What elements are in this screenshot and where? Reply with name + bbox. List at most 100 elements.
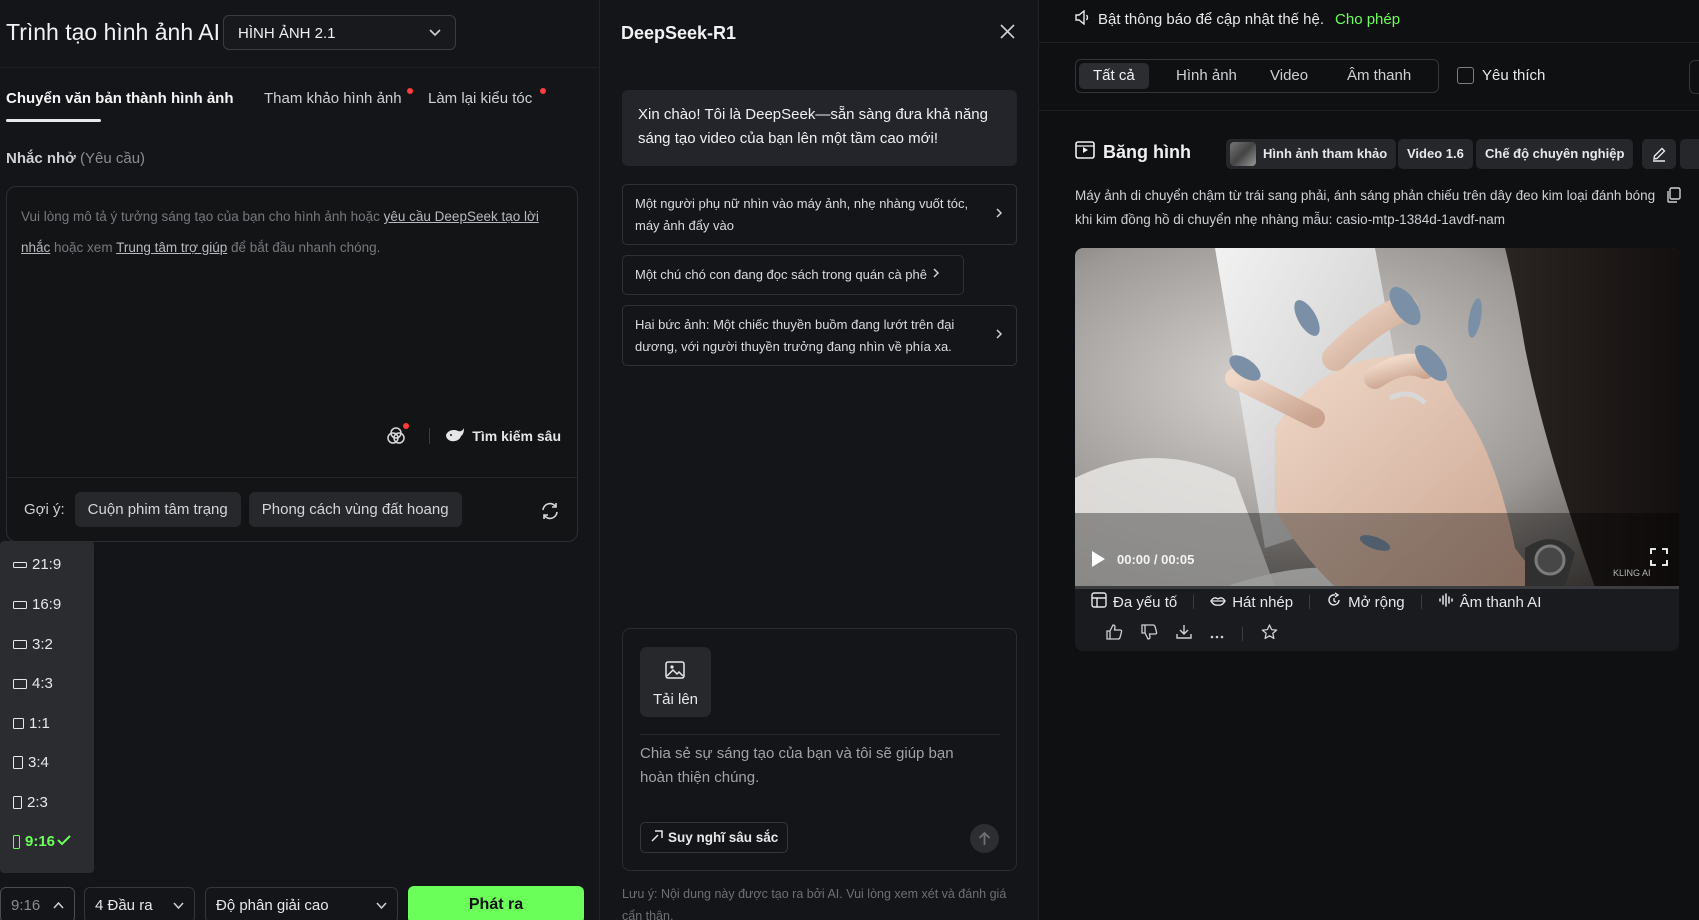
extend-button[interactable]: Mở rộng	[1326, 592, 1421, 612]
chevron-up-icon	[52, 899, 65, 915]
prompt-tools: Tìm kiếm sâu	[385, 423, 561, 447]
chat-composer: Tải lên Chia sẻ sự sáng tạo của bạn và t…	[622, 628, 1017, 871]
video-result-card: 00:00 / 00:05 KLING AI Đa yếu tố Hát nhé…	[1075, 248, 1679, 651]
prompt-input[interactable]: Vui lòng mô tả ý tưởng sáng tạo của bạn …	[6, 186, 578, 542]
overflow-control[interactable]	[1689, 60, 1699, 94]
ai-audio-button[interactable]: Âm thanh AI	[1438, 592, 1558, 612]
app-title: Trình tạo hình ảnh AI	[6, 19, 220, 45]
copy-icon[interactable]	[1666, 187, 1681, 206]
chat-title: DeepSeek-R1	[621, 23, 737, 43]
video-player[interactable]: 00:00 / 00:05 KLING AI	[1075, 248, 1679, 587]
download-icon[interactable]	[1176, 624, 1192, 643]
fullscreen-icon[interactable]	[1650, 548, 1668, 569]
ratio-label: 1:1	[29, 715, 50, 732]
reference-thumbnail	[1230, 141, 1256, 166]
play-icon[interactable]	[1090, 550, 1106, 571]
action-label: Mở rộng	[1348, 593, 1405, 611]
more-options-button[interactable]	[1680, 139, 1699, 169]
chat-input[interactable]: Chia sẻ sự sáng tạo của bạn và tôi sẽ gi…	[640, 742, 985, 790]
action-label: Hát nhép	[1232, 593, 1294, 611]
multi-element-button[interactable]: Đa yếu tố	[1091, 592, 1193, 612]
suggest-label: Gợi ý:	[24, 501, 65, 518]
ratio-option-1-1[interactable]: 1:1	[13, 715, 50, 732]
ratio-shape-icon	[13, 561, 27, 568]
more-icon[interactable]	[1210, 626, 1224, 642]
suggestion-chip[interactable]: Cuộn phim tâm trạng	[74, 492, 241, 527]
aspect-ratio-value: 9:16	[11, 897, 41, 914]
refresh-icon[interactable]	[539, 500, 561, 525]
atom-icon	[650, 829, 664, 846]
chevron-down-icon	[172, 899, 185, 915]
ratio-option-16-9[interactable]: 16:9	[13, 596, 61, 613]
suggestion-chip[interactable]: Phong cách vùng đất hoang	[248, 492, 462, 527]
ratio-label: 21:9	[32, 556, 62, 573]
placeholder-text: Vui lòng mô tả ý tưởng sáng tạo của bạn …	[21, 209, 384, 224]
prompt-divider	[7, 477, 577, 478]
ai-disclaimer: Lưu ý: Nội dung này được tạo ra bởi AI. …	[622, 887, 1007, 920]
tab-text-to-image[interactable]: Chuyển văn bản thành hình ảnh	[6, 90, 234, 107]
generate-button[interactable]: Phát ra	[408, 886, 584, 920]
chevron-down-icon	[375, 899, 388, 915]
ratio-option-9-16[interactable]: 9:16	[13, 833, 71, 850]
whale-icon	[444, 427, 466, 446]
composer-divider	[640, 734, 1000, 735]
output-count-select[interactable]: 4 Đầu ra	[84, 887, 195, 920]
help-center-link[interactable]: Trung tâm trợ giúp	[116, 240, 227, 255]
thumbs-up-icon[interactable]	[1106, 624, 1123, 643]
filter-video[interactable]: Video	[1256, 63, 1322, 89]
suggestion-text: Một người phụ nữ nhìn vào máy ảnh, nhẹ n…	[635, 195, 969, 233]
tab-image-reference[interactable]: Tham khảo hình ảnh	[264, 90, 402, 107]
aspect-ratio-select[interactable]: 9:16	[0, 887, 75, 920]
deep-search-button[interactable]: Tìm kiếm sâu	[444, 427, 561, 446]
thumbs-down-icon[interactable]	[1141, 624, 1158, 643]
ratio-label: 2:3	[27, 794, 48, 811]
image-generator-panel: Trình tạo hình ảnh AI HÌNH ẢNH 2.1 Chuyể…	[0, 0, 600, 920]
prompt-description: Máy ảnh di chuyển chậm từ trái sang phải…	[1075, 188, 1656, 227]
prompt-suggestion[interactable]: Hai bức ảnh: Một chiếc thuyền buồm đang …	[622, 305, 1017, 366]
ratio-shape-icon	[13, 600, 27, 609]
edit-button[interactable]	[1642, 139, 1676, 169]
ratio-label: 16:9	[32, 596, 62, 613]
close-icon[interactable]	[1000, 24, 1015, 42]
lip-sync-button[interactable]: Hát nhép	[1210, 594, 1309, 611]
ratio-option-3-2[interactable]: 3:2	[13, 636, 53, 653]
prompt-placeholder: Vui lòng mô tả ý tưởng sáng tạo của bạn …	[21, 201, 561, 263]
favorites-checkbox[interactable]	[1457, 67, 1474, 84]
prompt-suggestion[interactable]: Một người phụ nữ nhìn vào máy ảnh, nhẹ n…	[622, 184, 1017, 245]
chevron-right-icon	[994, 325, 1004, 347]
ratio-option-4-3[interactable]: 4:3	[13, 675, 53, 692]
video-icon	[1075, 141, 1095, 164]
media-filter-tabs: Tất cả Hình ảnh Video Âm thanh	[1075, 59, 1439, 93]
model-select[interactable]: HÌNH ẢNH 2.1	[223, 15, 456, 50]
gallery-panel: Bật thông báo để cập nhật thế hệ. Cho ph…	[1039, 0, 1699, 920]
ratio-option-3-4[interactable]: 3:4	[13, 754, 49, 771]
character-icon[interactable]	[385, 423, 410, 447]
output-count-value: 4 Đầu ra	[95, 897, 153, 914]
video-time: 00:00 / 00:05	[1117, 552, 1195, 567]
video-progress-bar[interactable]	[1075, 586, 1679, 589]
allow-notifications-link[interactable]: Cho phép	[1335, 11, 1400, 28]
filter-images[interactable]: Hình ảnh	[1162, 63, 1251, 89]
resolution-select[interactable]: Độ phân giải cao	[205, 887, 398, 920]
favorites-toggle[interactable]: Yêu thích	[1457, 67, 1545, 84]
prompt-suggestion[interactable]: Một chú chó con đang đọc sách trong quán…	[622, 255, 964, 295]
filter-all[interactable]: Tất cả	[1079, 63, 1149, 89]
extend-icon	[1326, 592, 1342, 612]
placeholder-text: hoặc xem	[50, 240, 117, 255]
ratio-option-2-3[interactable]: 2:3	[13, 794, 48, 811]
ratio-shape-icon	[13, 678, 27, 689]
resolution-value: Độ phân giải cao	[216, 897, 329, 914]
filter-audio[interactable]: Âm thanh	[1333, 63, 1425, 89]
star-icon[interactable]	[1261, 624, 1278, 643]
deep-think-button[interactable]: Suy nghĩ sâu sắc	[640, 822, 789, 853]
model-select-value: HÌNH ẢNH 2.1	[238, 25, 336, 42]
action-divider	[1420, 595, 1422, 609]
upload-button[interactable]: Tải lên	[640, 647, 711, 717]
send-button[interactable]	[970, 824, 999, 853]
chevron-down-icon	[428, 25, 442, 42]
new-badge-dot	[407, 88, 413, 94]
ratio-label: 3:2	[32, 636, 53, 653]
ratio-option-21-9[interactable]: 21:9	[13, 556, 61, 573]
tab-hairstyle-remake[interactable]: Làm lại kiểu tóc	[428, 90, 532, 107]
active-tab-indicator	[6, 119, 101, 122]
